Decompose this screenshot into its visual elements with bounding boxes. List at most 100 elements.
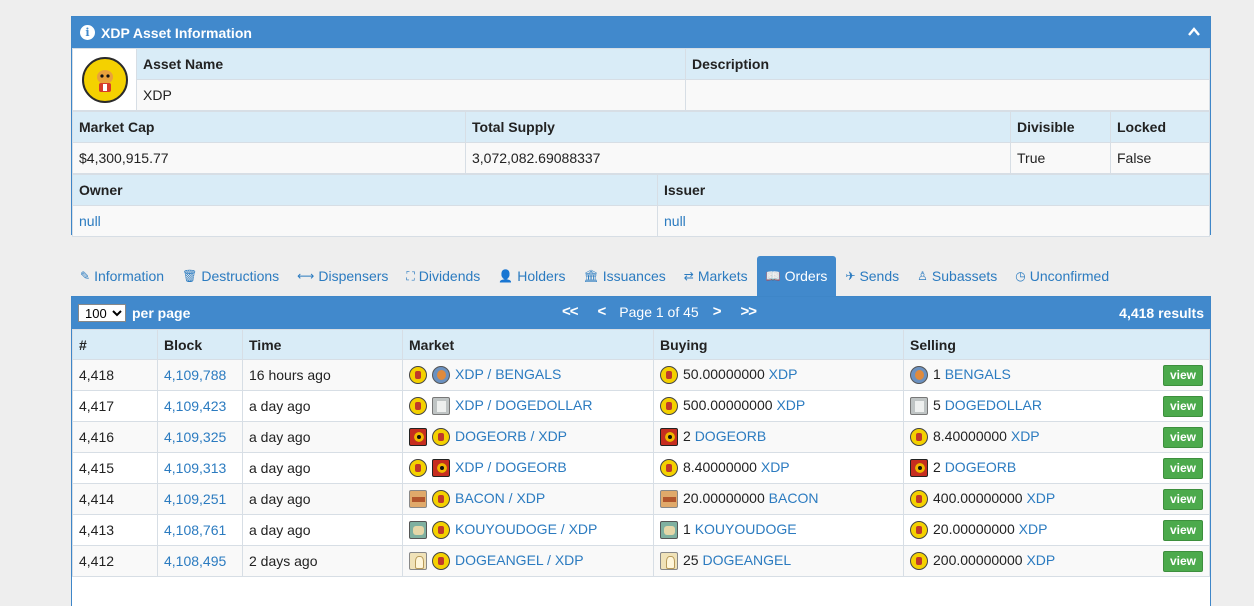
tab-information[interactable]: ✎ Information <box>71 256 173 296</box>
tab-label: Orders <box>784 268 828 284</box>
block-link[interactable]: 4,109,313 <box>164 460 226 476</box>
buying-amount: 25 <box>683 551 699 568</box>
col-header-num: # <box>72 329 158 360</box>
buying-amount: 1 <box>683 520 691 537</box>
buying-asset-link[interactable]: DOGEORB <box>695 428 767 444</box>
selling-amount: 200.00000000 <box>933 551 1023 568</box>
market-link[interactable]: DOGEORB / XDP <box>455 428 567 444</box>
view-button[interactable]: view <box>1162 395 1203 417</box>
tab-orders[interactable]: 📖 Orders <box>756 256 837 296</box>
bengals-asset-icon <box>910 366 928 385</box>
block-link[interactable]: 4,108,761 <box>164 522 226 538</box>
xdp-asset-icon <box>432 490 450 509</box>
xdp-asset-icon <box>409 459 427 478</box>
xdp-asset-icon <box>660 366 678 385</box>
tab-label: Destructions <box>201 268 280 284</box>
paper-plane-icon: ✈ <box>845 269 856 283</box>
market-link[interactable]: KOUYOUDOGE / XDP <box>455 521 597 537</box>
table-row: 4,414 4,109,251 a day ago BACON / XDP 20.000… <box>72 483 1210 515</box>
owner-link[interactable]: null <box>79 213 101 229</box>
market-link[interactable]: DOGEANGEL / XDP <box>455 552 584 568</box>
order-number: 4,416 <box>79 429 115 445</box>
buying-amount: 50.00000000 <box>683 365 765 382</box>
buying-asset-link[interactable]: KOUYOUDOGE <box>695 521 797 537</box>
block-link[interactable]: 4,109,251 <box>164 491 226 507</box>
selling-asset-link[interactable]: DOGEORB <box>945 459 1017 475</box>
selling-asset-link[interactable]: BENGALS <box>945 366 1011 382</box>
asset-info-header: i XDP Asset Information <box>72 17 1210 48</box>
next-page-button[interactable]: > <box>703 303 731 320</box>
xdp-asset-icon <box>910 490 928 509</box>
asset-name-label: Asset Name <box>136 48 686 80</box>
market-link[interactable]: BACON / XDP <box>455 490 545 506</box>
selling-asset-link[interactable]: XDP <box>1026 552 1055 568</box>
dogeorb-asset-icon <box>660 428 678 447</box>
view-button[interactable]: view <box>1162 519 1203 541</box>
buying-amount: 500.00000000 <box>683 396 773 413</box>
selling-amount: 5 <box>933 396 941 413</box>
selling-asset-link[interactable]: XDP <box>1026 490 1055 506</box>
chevron-up-icon[interactable] <box>1188 26 1200 38</box>
block-link[interactable]: 4,109,325 <box>164 429 226 445</box>
tab-issuances[interactable]: 🏛 Issuances <box>574 256 674 296</box>
asset-owner-table: Owner Issuer null null <box>72 174 1210 237</box>
buying-asset-link[interactable]: XDP <box>769 366 798 382</box>
buying-asset-link[interactable]: BACON <box>769 490 819 506</box>
divisible-label: Divisible <box>1010 111 1111 143</box>
results-count: 4,418 results <box>1119 305 1204 321</box>
selling-asset-link[interactable]: DOGEDOLLAR <box>945 397 1042 413</box>
clock-icon: ◷ <box>1015 269 1026 283</box>
dogeorb-asset-icon <box>910 459 928 478</box>
description-value <box>685 79 1210 111</box>
first-page-button[interactable]: << <box>552 303 588 320</box>
col-header-block: Block <box>157 329 243 360</box>
tab-dividends[interactable]: ⛶ Dividends <box>397 256 489 296</box>
total-supply-label: Total Supply <box>465 111 1011 143</box>
view-button[interactable]: view <box>1162 488 1203 510</box>
per-page-select[interactable]: 100 <box>78 304 126 322</box>
tab-sends[interactable]: ✈ Sends <box>836 256 908 296</box>
tab-label: Unconfirmed <box>1029 268 1110 284</box>
view-button[interactable]: view <box>1162 364 1203 386</box>
table-row: 4,412 4,108,495 2 days ago DOGEANGEL / XDP 2… <box>72 545 1210 577</box>
last-page-button[interactable]: >> <box>730 303 766 320</box>
market-link[interactable]: XDP / DOGEORB <box>455 459 567 475</box>
market-link[interactable]: XDP / DOGEDOLLAR <box>455 397 592 413</box>
buying-asset-link[interactable]: XDP <box>761 459 790 475</box>
page-indicator: Page 1 of 45 <box>619 303 699 320</box>
orders-panel: 100 per page << < Page 1 of 45 > >> 4,41… <box>71 296 1211 606</box>
tab-destructions[interactable]: 🗑 Destructions <box>173 256 288 296</box>
block-link[interactable]: 4,109,423 <box>164 398 226 414</box>
block-link[interactable]: 4,108,495 <box>164 553 226 569</box>
dogeorb-asset-icon <box>409 428 427 447</box>
view-button[interactable]: view <box>1162 457 1203 479</box>
tab-label: Subassets <box>931 268 998 284</box>
tab-markets[interactable]: ⇄ Markets <box>675 256 757 296</box>
issuer-link[interactable]: null <box>664 213 686 229</box>
market-link[interactable]: XDP / BENGALS <box>455 366 561 382</box>
buying-asset-link[interactable]: XDP <box>776 397 805 413</box>
prev-page-button[interactable]: < <box>588 303 616 320</box>
tab-unconfirmed[interactable]: ◷ Unconfirmed <box>1006 256 1118 296</box>
order-time: a day ago <box>249 398 311 414</box>
tab-subassets[interactable]: ♙ Subassets <box>908 256 1006 296</box>
bacon-asset-icon <box>409 490 427 509</box>
info-circle-icon: i <box>80 25 95 40</box>
tab-holders[interactable]: 👤 Holders <box>489 256 574 296</box>
tab-label: Sends <box>859 268 900 284</box>
xdp-asset-icon <box>432 521 450 540</box>
view-button[interactable]: view <box>1162 550 1203 572</box>
xdp-asset-icon <box>409 366 427 385</box>
buying-asset-link[interactable]: DOGEANGEL <box>702 552 791 568</box>
order-time: a day ago <box>249 491 311 507</box>
tab-dispensers[interactable]: ⟷ Dispensers <box>288 256 397 296</box>
block-link[interactable]: 4,109,788 <box>164 367 226 383</box>
table-row: 4,417 4,109,423 a day ago XDP / DOGEDOLLAR 5… <box>72 390 1210 422</box>
selling-asset-link[interactable]: XDP <box>1019 521 1048 537</box>
tab-label: Dividends <box>418 268 481 284</box>
orders-toolbar: 100 per page << < Page 1 of 45 > >> 4,41… <box>72 297 1210 329</box>
table-row: 4,413 4,108,761 a day ago KOUYOUDOGE / XDP 1… <box>72 514 1210 546</box>
view-button[interactable]: view <box>1162 426 1203 448</box>
selling-asset-link[interactable]: XDP <box>1011 428 1040 444</box>
book-icon: 📖 <box>765 269 781 283</box>
